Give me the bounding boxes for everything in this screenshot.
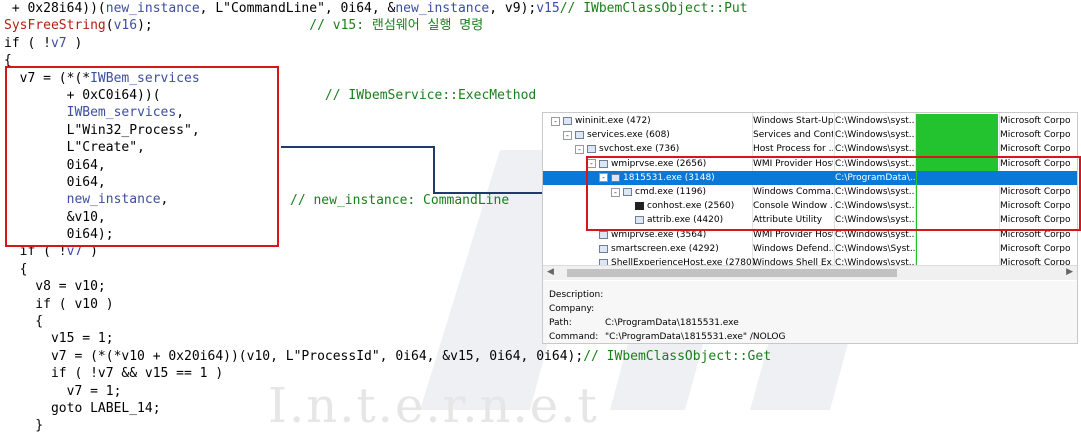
- description-label: Description:: [549, 290, 604, 300]
- scroll-right-icon[interactable]: ▶: [1066, 267, 1073, 277]
- cpu-graph-cell: [916, 128, 998, 143]
- process-path: C:\Windows\Syst...: [835, 243, 915, 254]
- process-path: C:\Windows\syst...: [835, 258, 915, 265]
- code-text: v7 = (*(*v10 + 0x20i64))(v10, L"ProcessI…: [4, 348, 584, 364]
- process-name-cell: - svchost.exe (736): [575, 142, 679, 156]
- horizontal-scrollbar[interactable]: ◀ ▶: [543, 265, 1077, 280]
- process-name: ShellExperienceHost.exe (2780): [611, 258, 756, 265]
- code-text: if ( v10 ): [4, 296, 114, 312]
- process-path: C:\Windows\syst...: [835, 144, 915, 155]
- process-path: C:\Windows\syst...: [835, 130, 915, 141]
- process-description: Host Process for ...: [753, 144, 833, 155]
- code-text: , L"CommandLine", 0i64, &: [199, 1, 396, 16]
- code-text: if ( !v7 && v15 == 1 ): [4, 366, 224, 382]
- process-row[interactable]: smartscreen.exe (4292) Windows Defend... C…: [543, 241, 1077, 256]
- code-function: SysFreeString: [4, 18, 106, 34]
- process-row[interactable]: ShellExperienceHost.exe (2780) Windows Sh…: [543, 256, 1077, 265]
- process-company: Microsoft Corpo: [1000, 258, 1071, 265]
- process-name: wininit.exe (472): [575, 116, 651, 126]
- code-comment: // IWbemClassObject::Put: [559, 1, 748, 16]
- process-company: Microsoft Corpo: [1000, 243, 1071, 254]
- code-comment: // IWbemClassObject::Get: [583, 348, 772, 364]
- path-value: C:\ProgramData\1815531.exe: [605, 318, 739, 328]
- code-text: + 0x28i64))(: [4, 1, 106, 16]
- process-name: smartscreen.exe (4292): [611, 243, 719, 254]
- code-text: goto LABEL_14;: [4, 400, 161, 416]
- command-value: "C:\ProgramData\1815531.exe" /NOLOG: [605, 332, 786, 342]
- process-path: C:\Windows\syst...: [835, 116, 915, 126]
- code-variable: new_instance: [395, 1, 490, 16]
- code-line: + 0x28i64))(new_instance, L"CommandLine"…: [4, 0, 824, 17]
- side-comment: // new_instance: CommandLine: [290, 193, 510, 208]
- code-variable: v7: [50, 35, 67, 51]
- process-name-cell: - wininit.exe (472): [551, 114, 651, 128]
- code-line: SysFreeString(v16); // v15: 랜섬웨어 실행 명령: [4, 17, 824, 34]
- process-description: Services and Cont...: [753, 130, 833, 141]
- code-text: (: [105, 18, 114, 34]
- code-line: if ( !v7 && v15 == 1 ): [4, 365, 824, 382]
- process-details: Description: Company: Path: C:\ProgramDat…: [543, 281, 1077, 343]
- process-name: services.exe (608): [587, 130, 670, 141]
- code-variable: new_instance: [105, 1, 200, 16]
- path-label: Path:: [549, 318, 572, 328]
- process-name-cell: ShellExperienceHost.exe (2780): [587, 256, 755, 265]
- highlight-box-execmethod: [5, 66, 279, 247]
- process-icon: [599, 230, 608, 239]
- process-company: Microsoft Corpo: [1000, 116, 1071, 126]
- collapse-icon[interactable]: -: [563, 130, 572, 140]
- code-variable: v16: [113, 18, 138, 34]
- process-description: Windows Start-Up...: [753, 116, 833, 126]
- scrollbar-thumb[interactable]: [567, 269, 897, 277]
- highlight-box-process-tree: [586, 156, 1081, 231]
- code-text: v15 = 1;: [4, 331, 114, 347]
- code-text: , v9);: [489, 1, 537, 16]
- code-variable: v15: [536, 1, 560, 16]
- process-name: svchost.exe (736): [599, 144, 680, 155]
- process-company: Microsoft Corpo: [1000, 144, 1071, 155]
- code-text: }: [4, 418, 44, 434]
- scroll-left-icon[interactable]: ◀: [547, 267, 554, 277]
- code-comment: // IWbemService::ExecMethod: [324, 87, 537, 103]
- code-text: {: [4, 261, 28, 277]
- code-line: v7 = 1;: [4, 383, 824, 400]
- process-icon: [599, 244, 608, 253]
- process-company: Microsoft Corpo: [1000, 130, 1071, 141]
- process-row[interactable]: - svchost.exe (736) Host Process for ... C:…: [543, 142, 1077, 157]
- code-text: v7 = 1;: [4, 383, 122, 399]
- process-description: Windows Defend...: [753, 243, 833, 254]
- code-line: if ( !v7 ): [4, 35, 824, 52]
- process-icon: [587, 145, 596, 154]
- command-label: Command:: [549, 332, 599, 342]
- cpu-graph-cell: [916, 114, 998, 129]
- process-row[interactable]: - wininit.exe (472) Windows Start-Up...C:\…: [543, 114, 1077, 129]
- process-icon: [563, 117, 572, 126]
- process-row[interactable]: - services.exe (608) Services and Cont...C…: [543, 128, 1077, 143]
- process-icon: [575, 131, 584, 140]
- process-name-cell: - services.exe (608): [563, 128, 670, 142]
- collapse-icon[interactable]: -: [575, 144, 584, 154]
- code-text: );: [137, 18, 153, 34]
- process-description: Windows Shell Ex...: [753, 258, 833, 265]
- code-line: goto LABEL_14;: [4, 400, 824, 417]
- code-comment: // v15: 랜섬웨어 실행 명령: [309, 18, 484, 34]
- process-name-cell: smartscreen.exe (4292): [587, 242, 719, 256]
- code-text: v8 = v10;: [4, 279, 106, 295]
- cpu-graph-cell: [916, 241, 999, 256]
- cpu-graph-cell: [916, 256, 999, 265]
- collapse-icon[interactable]: -: [551, 116, 560, 126]
- code-line: }: [4, 417, 824, 434]
- code-text: {: [4, 314, 44, 330]
- code-line: v7 = (*(*v10 + 0x20i64))(v10, L"ProcessI…: [4, 348, 824, 365]
- company-label: Company:: [549, 304, 595, 314]
- code-text: ): [66, 35, 83, 51]
- code-text: if ( !: [4, 35, 51, 51]
- cpu-graph-cell: [916, 142, 998, 157]
